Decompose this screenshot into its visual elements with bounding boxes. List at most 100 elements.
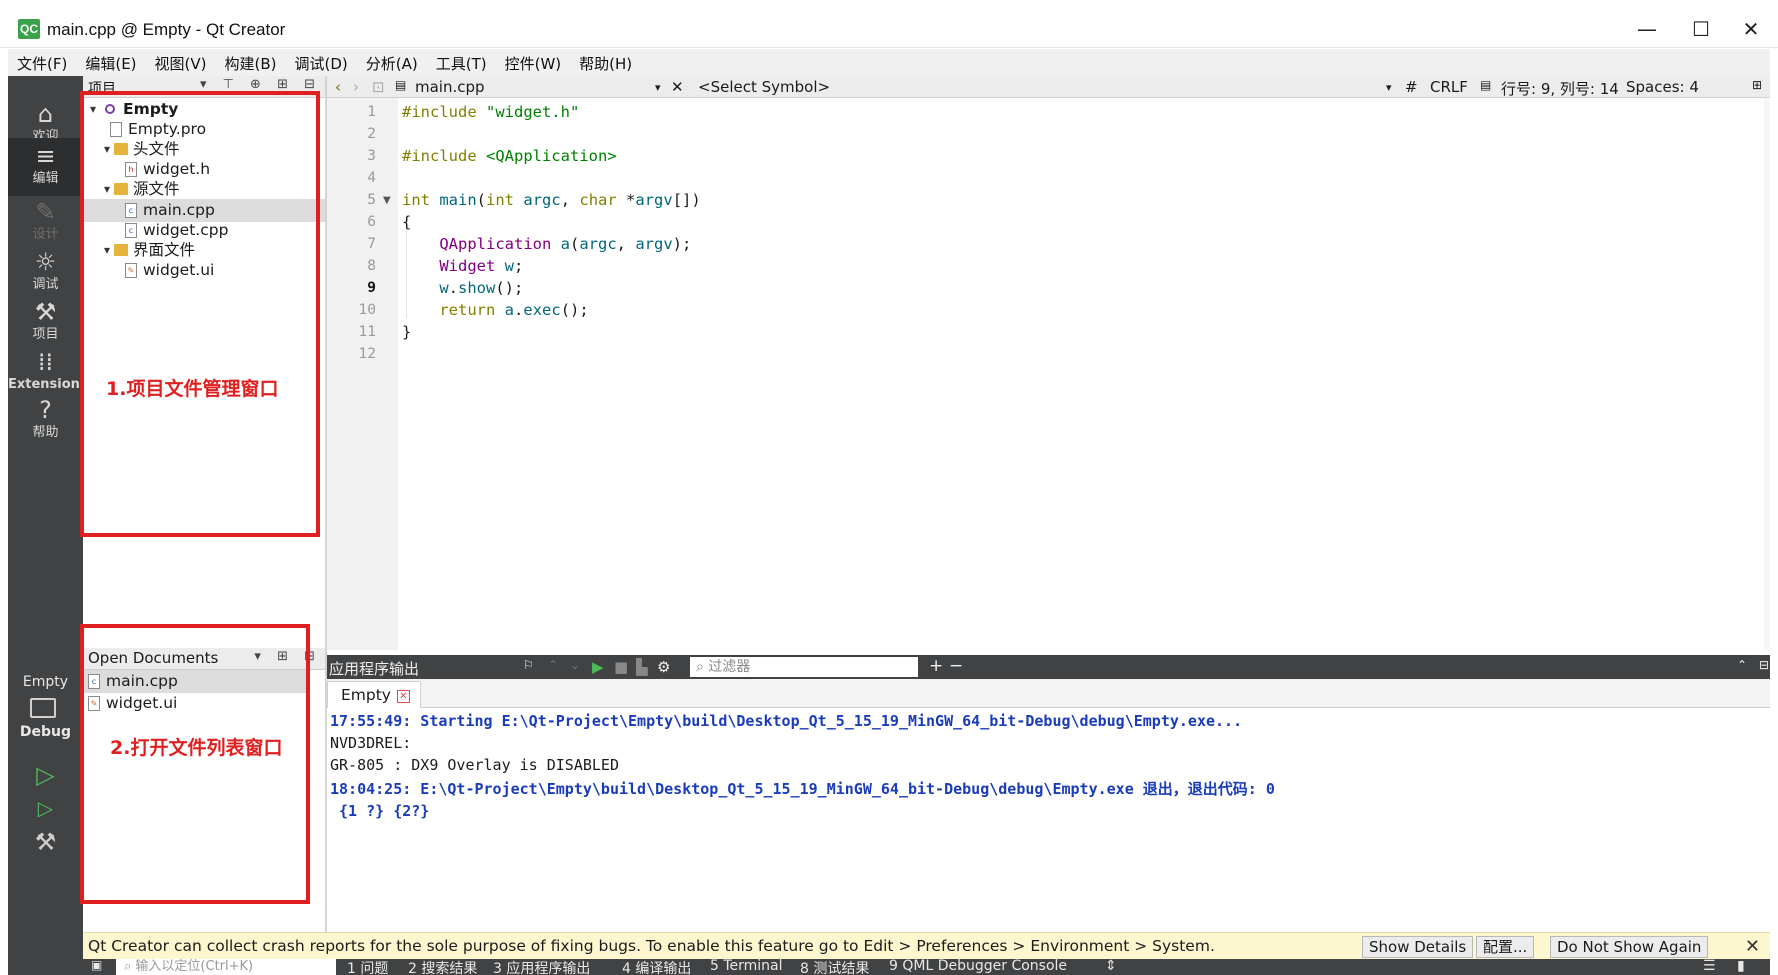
output-tab-empty[interactable]: Empty ✕ — [327, 681, 421, 709]
line-number: 8 — [367, 258, 376, 274]
forward-arrow-icon[interactable]: › — [353, 78, 359, 96]
attach-icon[interactable]: ⚐ — [523, 658, 534, 672]
symbol-selector[interactable]: <Select Symbol> — [698, 78, 830, 96]
home-icon: ⌂ — [37, 100, 54, 128]
menu-analyze[interactable]: 分析(A) — [357, 49, 427, 76]
search-icon: ⌕ — [696, 659, 709, 675]
pane-button-compile-output[interactable]: 4 编译输出 — [622, 959, 691, 975]
mode-label: 项目 — [32, 327, 59, 342]
chevron-down-icon[interactable]: ⌄ — [570, 658, 580, 672]
encoding-hash[interactable]: # — [1405, 78, 1418, 96]
code-editor[interactable]: #include "widget.h" #include <QApplicatio… — [398, 98, 1764, 650]
mode-label: 帮助 — [32, 425, 59, 440]
chevron-down-icon[interactable]: ▾ — [1386, 81, 1392, 94]
do-not-show-again-button[interactable]: Do Not Show Again — [1550, 936, 1709, 958]
kit-config-label[interactable]: Debug — [8, 724, 83, 740]
editor-toolbar: ‹ › ⊡ ▤ main.cpp ▾ ✕ <Select Symbol> ▾ #… — [327, 76, 1770, 98]
code-line[interactable]: int main(int argc, char *argv[]) — [402, 191, 701, 209]
menu-help[interactable]: 帮助(H) — [570, 49, 641, 76]
document-icon: ▤ — [1480, 78, 1492, 92]
application-output[interactable]: 17:55:49: Starting E:\Qt-Project\Empty\b… — [327, 708, 1770, 932]
mode-help[interactable]: ? 帮助 — [8, 392, 83, 450]
split-editor-icon[interactable]: ⊞ — [1752, 78, 1762, 92]
line-number: 11 — [358, 324, 376, 340]
mode-selector-sidebar: ⌂ 欢迎 ≡ 编辑 ✎ 设计 ☼ 调试 ⚒ 项目 ⁞⁞ Extensions ?… — [8, 76, 88, 975]
monitor-icon[interactable] — [30, 698, 56, 718]
annotation-box-open-docs-window — [80, 624, 310, 904]
line-number-gutter: 1 2 3 4 5 ▼ 6 7 8 9 10 11 12 — [327, 98, 398, 650]
close-document-icon[interactable]: ✕ — [671, 78, 684, 96]
code-line[interactable]: #include "widget.h" — [402, 103, 579, 121]
line-number: 1 — [367, 104, 376, 120]
run-icon[interactable]: ▷ — [8, 761, 83, 789]
zoom-in-icon[interactable]: + — [929, 656, 943, 676]
pane-button-search-results[interactable]: 2 搜索结果 — [408, 959, 477, 975]
menu-bar: 文件(F) 编辑(E) 视图(V) 构建(B) 调试(D) 分析(A) 工具(T… — [8, 49, 1770, 76]
maximize-pane-icon[interactable]: ⌃ — [1737, 658, 1747, 672]
status-bar: ▣ ⌕ 输入以定位(Ctrl+K) 1 问题 2 搜索结果 3 应用程序输出 4… — [83, 959, 1770, 975]
locator-input[interactable]: ⌕ 输入以定位(Ctrl+K) — [116, 959, 336, 975]
menu-build[interactable]: 构建(B) — [216, 49, 286, 76]
mode-label: 设计 — [32, 227, 59, 242]
chevron-up-icon[interactable]: ⌃ — [548, 658, 558, 672]
code-line[interactable]: #include <QApplication> — [402, 147, 617, 165]
build-hammer-icon[interactable]: ⚒ — [8, 828, 83, 856]
code-line[interactable]: QApplication a(argc, argv); — [402, 235, 691, 253]
fold-marker-icon[interactable]: ▼ — [383, 195, 391, 206]
pane-button-issues[interactable]: 1 问题 — [347, 959, 388, 975]
code-line[interactable]: w.show(); — [402, 279, 523, 297]
close-button[interactable]: ✕ — [1730, 14, 1772, 44]
menu-debug[interactable]: 调试(D) — [286, 49, 357, 76]
wrench-icon: ⚒ — [34, 298, 57, 326]
menu-controls[interactable]: 控件(W) — [496, 49, 571, 76]
close-icon[interactable]: ✕ — [1745, 936, 1760, 957]
configure-button[interactable]: 配置... — [1476, 936, 1535, 958]
indent-setting[interactable]: Spaces: 4 — [1626, 78, 1699, 96]
menu-tools[interactable]: 工具(T) — [427, 49, 496, 76]
code-line[interactable]: { — [402, 213, 411, 231]
project-panel-controls[interactable]: ▾ ⊤ ⊕ ⊞ ⊟ — [200, 77, 321, 92]
close-icon[interactable]: ✕ — [397, 690, 410, 703]
back-arrow-icon[interactable]: ‹ — [335, 78, 341, 96]
line-ending-label[interactable]: CRLF — [1430, 78, 1468, 96]
pane-button-qml-console[interactable]: 9 QML Debugger Console — [889, 959, 1067, 974]
maximize-button[interactable]: ☐ — [1680, 14, 1722, 44]
code-line[interactable]: return a.exec(); — [402, 301, 588, 319]
lock-icon: ⊡ — [372, 78, 385, 96]
attach-debugger-icon[interactable]: ▙ — [636, 658, 648, 676]
zoom-out-icon[interactable]: − — [949, 656, 963, 676]
editor-scrollbar[interactable] — [1764, 98, 1770, 650]
more-panes-icon[interactable]: ⇕ — [1105, 959, 1117, 974]
filter-placeholder: 过滤器 — [708, 659, 751, 675]
progress-icon[interactable]: ☰ — [1703, 959, 1716, 974]
search-icon: ⌕ — [124, 959, 136, 974]
close-pane-icon[interactable]: ⊟ — [1759, 658, 1769, 672]
cursor-position[interactable]: 行号: 9, 列号: 14 — [1501, 78, 1619, 99]
crash-report-infobar: Qt Creator can collect crash reports for… — [83, 932, 1770, 959]
editor-file-name[interactable]: main.cpp — [415, 78, 485, 96]
run-again-icon[interactable]: ▶ — [592, 658, 604, 676]
code-line[interactable]: } — [402, 323, 411, 341]
toggle-sidebar-icon[interactable]: ▣ — [91, 959, 102, 972]
chevron-down-icon[interactable]: ▾ — [655, 81, 661, 94]
minimize-button[interactable]: — — [1626, 14, 1668, 44]
pane-button-terminal[interactable]: 5 Terminal — [710, 959, 783, 974]
toggle-right-sidebar-icon[interactable]: ▮ — [1737, 959, 1745, 974]
pane-button-test-results[interactable]: 8 测试结果 — [800, 959, 869, 975]
pane-button-app-output[interactable]: 3 应用程序输出 — [493, 959, 590, 975]
debug-run-icon[interactable]: ▷ — [8, 796, 83, 820]
menu-view[interactable]: 视图(V) — [146, 49, 216, 76]
design-icon: ✎ — [35, 198, 56, 226]
code-line[interactable]: Widget w; — [402, 257, 523, 275]
output-filter-input[interactable]: ⌕ 过滤器 — [690, 657, 918, 677]
stop-icon[interactable]: ■ — [614, 658, 628, 676]
mode-edit[interactable]: ≡ 编辑 — [8, 138, 83, 196]
line-number: 12 — [358, 346, 376, 362]
locator-placeholder: 输入以定位(Ctrl+K) — [135, 959, 254, 974]
output-line: {1 ?} {2?} — [330, 802, 430, 820]
menu-file[interactable]: 文件(F) — [8, 49, 76, 76]
show-details-button[interactable]: Show Details — [1362, 936, 1474, 958]
menu-edit[interactable]: 编辑(E) — [76, 49, 145, 76]
window-title: main.cpp @ Empty - Qt Creator — [47, 20, 286, 39]
settings-gear-icon[interactable]: ⚙ — [657, 658, 670, 676]
